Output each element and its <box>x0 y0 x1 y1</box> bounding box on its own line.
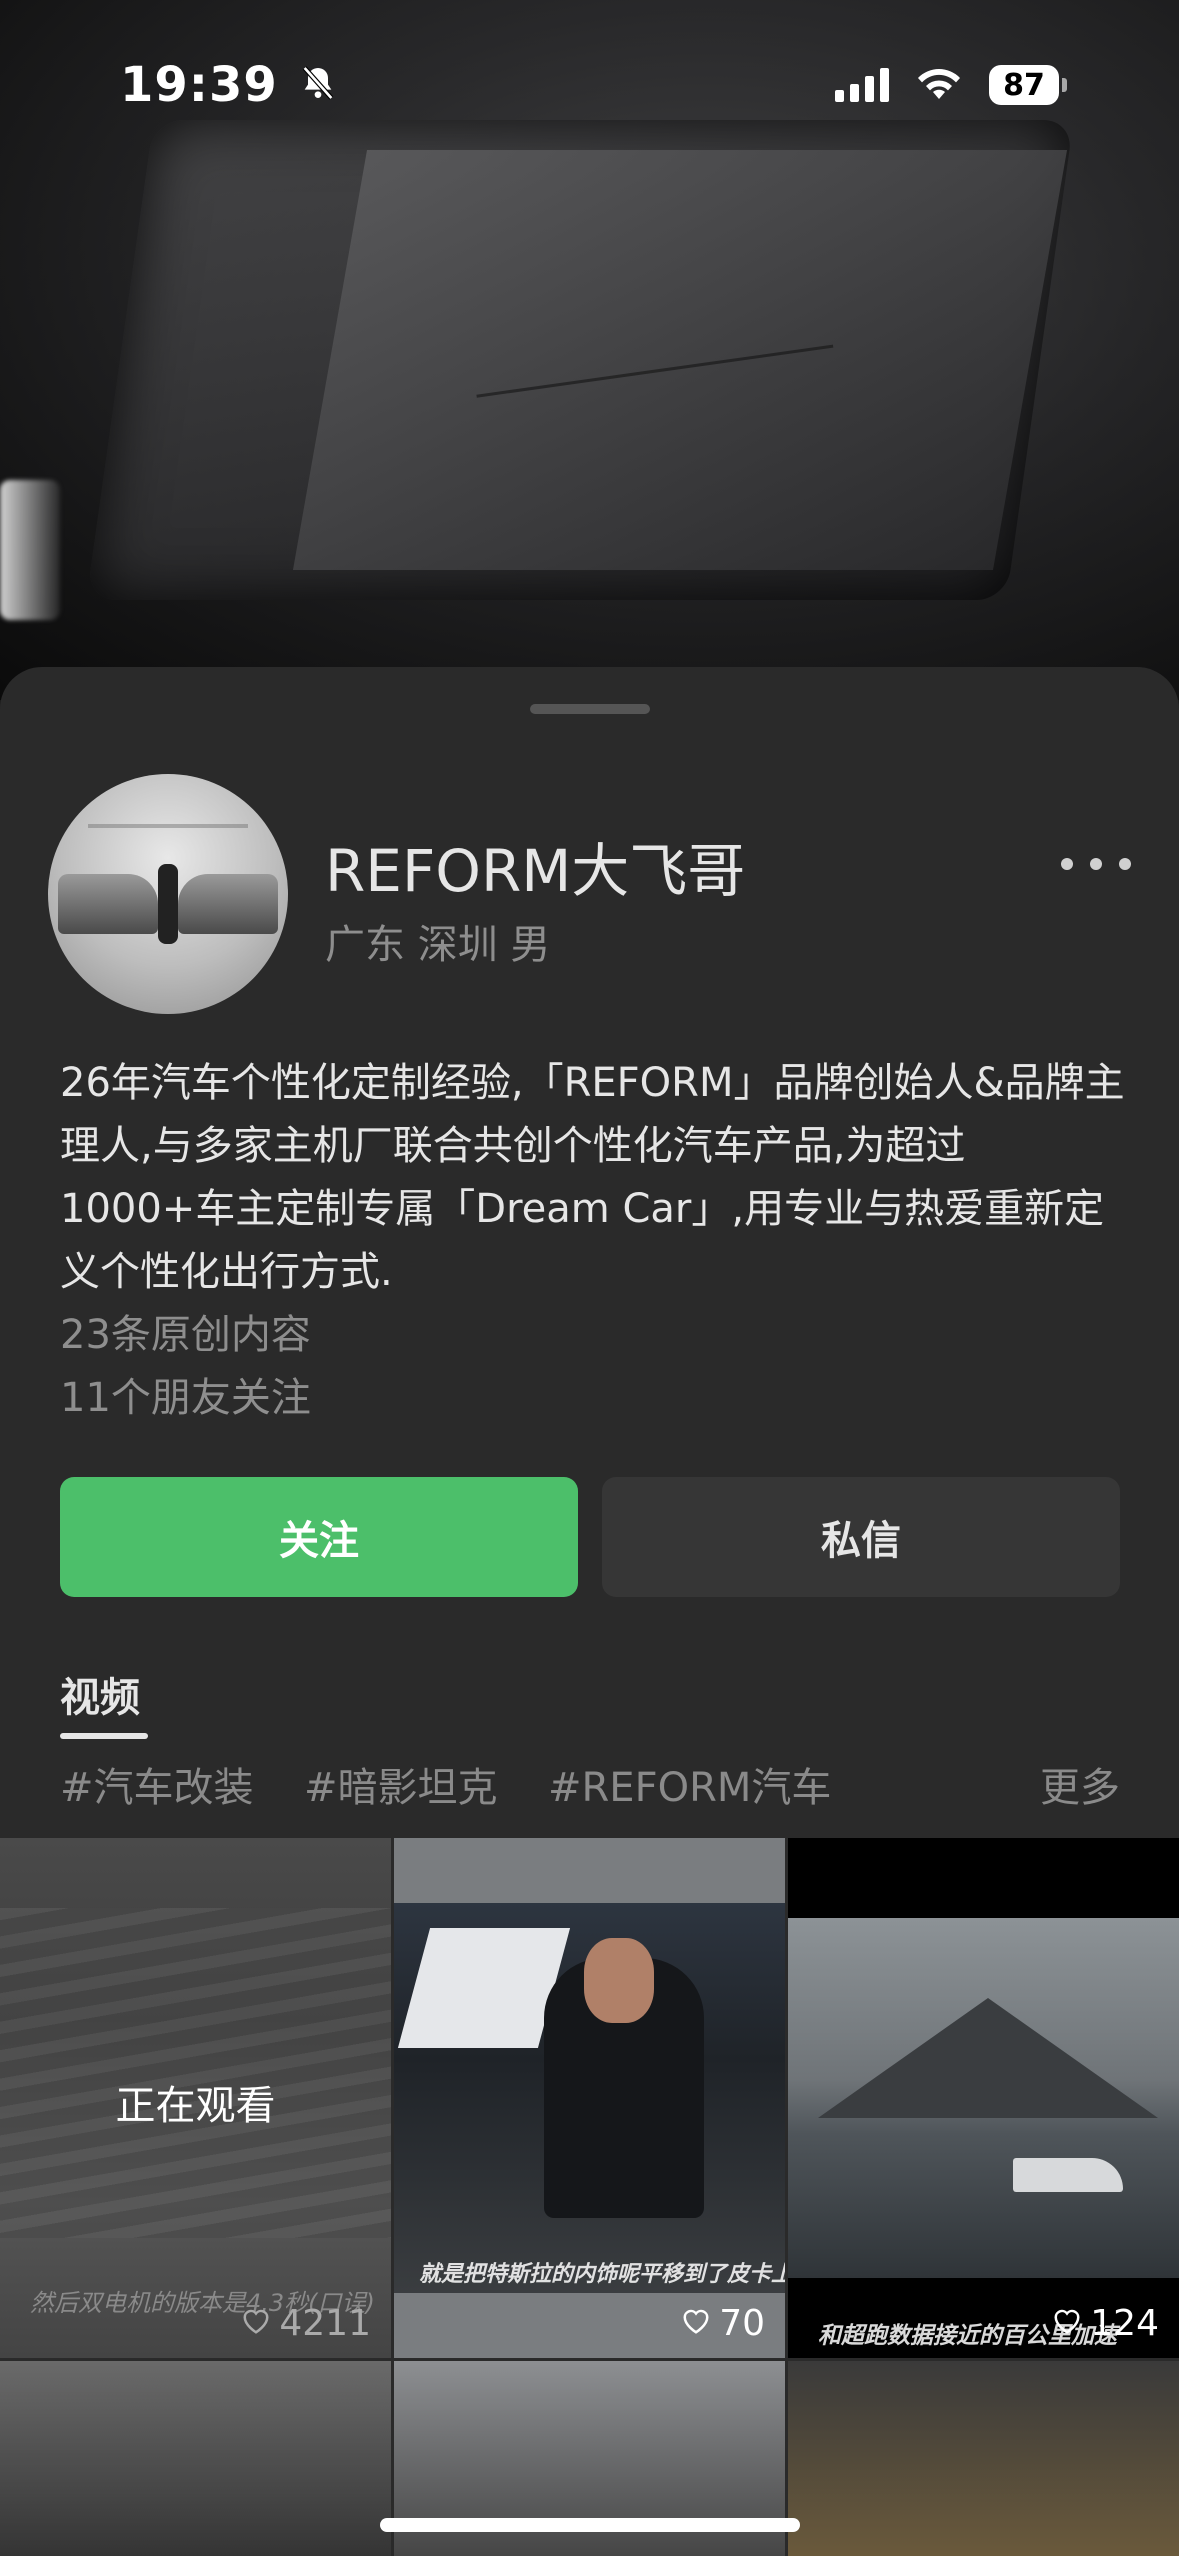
avatar-logo-watermark <box>88 824 248 850</box>
video-thumbnail[interactable] <box>788 2361 1179 2556</box>
battery-icon: 87 <box>989 65 1067 105</box>
friends-following-count[interactable]: 11个朋友关注 <box>60 1365 311 1423</box>
tags-more-link[interactable]: 更多 <box>1040 1755 1120 1813</box>
thumbnail-mountain-shape <box>818 1998 1158 2118</box>
tab-video-underline <box>60 1733 148 1739</box>
heart-icon <box>241 2303 271 2344</box>
video-grid: 正在观看 然后双电机的版本是4.3秒(口误) 4211 就是把特斯拉的内饰呢平移… <box>0 1838 1179 2556</box>
topic-tags: #汽车改装 #暗影坦克 #REFORM汽车 更多 <box>60 1755 1120 1815</box>
tag-item[interactable]: #汽车改装 <box>60 1755 254 1813</box>
profile-location: 广东 深圳 男 <box>325 922 551 968</box>
status-time: 19:39 <box>120 57 278 113</box>
profile-sheet: REFORM大飞哥 广东 深圳 男 26年汽车个性化定制经验,「REFORM」品… <box>0 667 1179 2556</box>
screen: 19:39 87 REFORM大飞哥 广东 深圳 男 26年汽车个性化定制经验,… <box>0 0 1179 2556</box>
tag-item[interactable]: #暗影坦克 <box>304 1755 498 1813</box>
thumbnail-head-shape <box>584 1938 654 2023</box>
video-likes: 70 <box>681 2303 765 2344</box>
avatar[interactable] <box>48 774 288 1014</box>
signal-icon <box>835 68 889 102</box>
bell-slash-icon <box>298 63 338 107</box>
video-thumbnail[interactable] <box>0 2361 391 2556</box>
likes-count: 4211 <box>279 2303 371 2344</box>
status-left: 19:39 <box>120 57 338 113</box>
tag-item[interactable]: #REFORM汽车 <box>548 1755 831 1813</box>
more-options-button[interactable] <box>1061 844 1131 884</box>
bg-headlight <box>0 480 60 620</box>
sheet-drag-handle[interactable] <box>530 704 650 714</box>
tab-video[interactable]: 视频 <box>60 1665 140 1723</box>
avatar-car-right <box>178 874 278 934</box>
video-thumbnail[interactable]: 和超跑数据接近的百公里加速 124 <box>788 1838 1179 2358</box>
more-dot-icon <box>1119 858 1131 870</box>
profile-bio: 26年汽车个性化定制经验,「REFORM」品牌创始人&品牌主理人,与多家主机厂联… <box>60 1060 1125 1295</box>
likes-count: 124 <box>1090 2303 1159 2344</box>
thumbnail-car-shape <box>1013 2158 1123 2192</box>
more-dot-icon <box>1061 858 1073 870</box>
original-content-count[interactable]: 23条原创内容 <box>60 1302 311 1360</box>
heart-icon <box>1052 2303 1082 2344</box>
home-indicator[interactable] <box>380 2518 800 2532</box>
message-button[interactable]: 私信 <box>602 1477 1120 1597</box>
follow-button[interactable]: 关注 <box>60 1477 578 1597</box>
video-caption: 就是把特斯拉的内饰呢平移到了皮卡上面 <box>419 2262 785 2287</box>
status-bar: 19:39 87 <box>0 0 1179 170</box>
status-right: 87 <box>835 65 1067 105</box>
profile-header: REFORM大飞哥 广东 深圳 男 <box>48 774 1131 1014</box>
video-likes: 4211 <box>241 2303 371 2344</box>
more-dot-icon <box>1090 858 1102 870</box>
video-thumbnail[interactable]: 正在观看 然后双电机的版本是4.3秒(口误) 4211 <box>0 1838 391 2358</box>
video-likes: 124 <box>1052 2303 1159 2344</box>
avatar-person <box>158 864 178 944</box>
now-watching-label: 正在观看 <box>115 2083 276 2129</box>
likes-count: 70 <box>719 2303 765 2344</box>
heart-icon <box>681 2303 711 2344</box>
video-thumbnail[interactable]: 就是把特斯拉的内饰呢平移到了皮卡上面 70 <box>394 1838 785 2358</box>
wifi-icon <box>915 65 963 105</box>
profile-name: REFORM大飞哥 <box>325 837 746 905</box>
avatar-car-left <box>58 874 158 934</box>
